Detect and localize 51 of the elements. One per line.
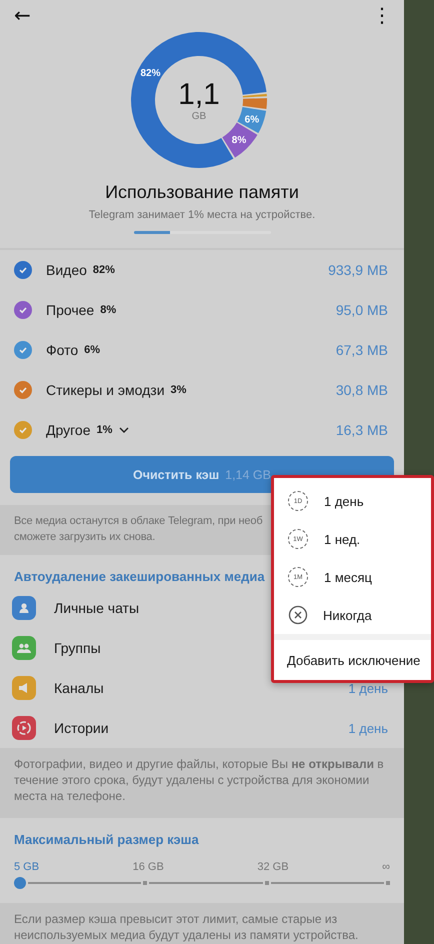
category-name: Видео xyxy=(46,262,87,278)
slider-thumb[interactable] xyxy=(14,877,26,889)
category-size: 933,9 MB xyxy=(328,262,388,278)
category-checkbox[interactable] xyxy=(14,381,32,399)
slice-label: 82% xyxy=(140,68,160,79)
section-header: Автоудаление закешированных медиа xyxy=(14,569,265,584)
total-size: 1,1 xyxy=(178,78,220,110)
menu-button[interactable]: ⋮ xyxy=(368,3,396,27)
category-checkbox[interactable] xyxy=(14,301,32,319)
category-percent: 6% xyxy=(84,344,100,356)
chat-type-label[interactable]: Каналы xyxy=(54,680,104,696)
check-icon xyxy=(18,425,28,435)
category-checkbox[interactable] xyxy=(14,341,32,359)
check-icon xyxy=(18,385,28,395)
category-size: 95,0 MB xyxy=(336,302,388,318)
auto-delete-note: Фотографии, видео и другие файлы, которые Вы не открывали в течение этого срока, будут удалены с устройства для экономии места на телефоне. xyxy=(13,756,385,805)
clear-note: сможете загрузить их снова. xyxy=(14,530,156,545)
cache-size-note: Если размер кэша превысит этот лимит, самые старые из неиспользуемых медиа будут удалены из памяти устройства. xyxy=(13,911,360,944)
slice-label: 8% xyxy=(232,135,246,146)
section-header: Максимальный размер кэша xyxy=(14,832,199,847)
category-name: Фото xyxy=(46,342,78,358)
tick-mark xyxy=(264,881,269,885)
chevron-icon[interactable] xyxy=(118,426,130,434)
check-icon xyxy=(18,265,28,275)
size-unit: GB xyxy=(192,110,206,122)
close-circle-icon xyxy=(288,605,308,625)
category-percent: 8% xyxy=(100,304,116,316)
clear-note: Все медиа останутся в облаке Telegram, при необ xyxy=(14,514,262,529)
category-size: 16,3 MB xyxy=(336,422,388,438)
usage-subtitle: Telegram занимает 1% места на устройстве. xyxy=(88,209,316,221)
usage-title: Использование памяти xyxy=(105,182,299,203)
check-icon xyxy=(18,305,28,315)
category-name: Другое xyxy=(46,422,90,438)
menu-item[interactable]: Никогда xyxy=(274,596,431,634)
back-button[interactable]: ← xyxy=(10,3,35,27)
chat-type-label[interactable]: Личные чаты xyxy=(54,600,140,616)
category-percent: 3% xyxy=(170,384,186,396)
tick-mark xyxy=(143,881,148,885)
category-name: Стикеры и эмодзи xyxy=(46,382,165,398)
tick-mark xyxy=(386,881,390,885)
category-percent: 1% xyxy=(96,424,112,436)
category-checkbox[interactable] xyxy=(14,261,32,279)
category-percent: 82% xyxy=(92,264,115,276)
category-size: 30,8 MB xyxy=(336,382,388,398)
chat-type-label[interactable]: Группы xyxy=(54,640,101,656)
chat-type-label[interactable]: Истории xyxy=(54,720,109,736)
category-name: Прочее xyxy=(46,302,94,318)
category-size: 67,3 MB xyxy=(336,342,388,358)
check-icon xyxy=(18,345,28,355)
slice-label: 6% xyxy=(244,114,260,126)
category-checkbox[interactable] xyxy=(14,421,32,439)
